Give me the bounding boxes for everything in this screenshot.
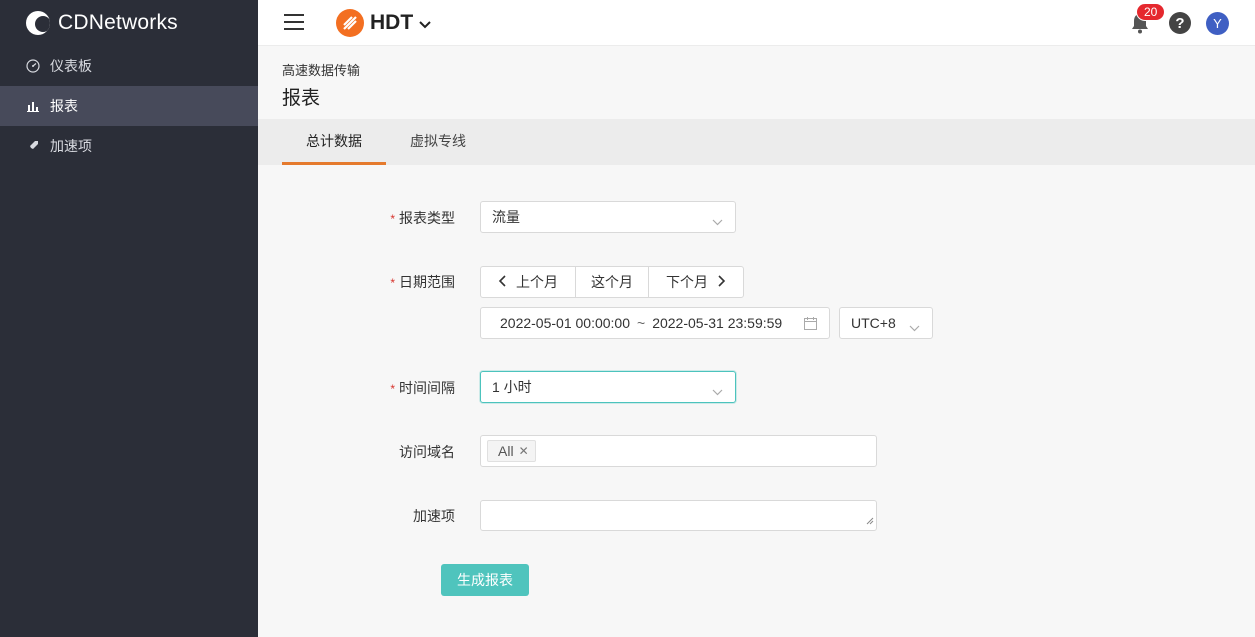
product-switcher[interactable]: HDT	[336, 9, 431, 37]
sidebar-item-label: 仪表板	[50, 58, 92, 74]
menu-icon[interactable]	[284, 14, 304, 32]
timezone-value: UTC+8	[851, 315, 896, 331]
date-range-label: * 日期范围	[390, 274, 455, 290]
chevron-left-icon	[498, 274, 506, 290]
page-title: 报表	[282, 88, 321, 109]
start-date: 2022-05-01 00:00:00	[500, 315, 630, 331]
chevron-down-icon	[909, 319, 920, 335]
breadcrumb[interactable]: 高速数据传输	[282, 60, 360, 79]
avatar[interactable]: Y	[1206, 11, 1229, 35]
calendar-icon	[804, 317, 817, 333]
domain-tag: All ✕	[487, 440, 536, 462]
this-month-button[interactable]: 这个月	[576, 267, 649, 297]
next-month-button[interactable]: 下个月	[649, 267, 743, 297]
generate-report-button[interactable]: 生成报表	[441, 564, 529, 596]
tab-virtual-line[interactable]: 虚拟专线	[396, 119, 480, 165]
interval-select[interactable]: 1 小时	[480, 371, 736, 403]
resize-handle-icon[interactable]	[866, 512, 874, 528]
interval-value: 1 小时	[492, 379, 532, 395]
report-type-label: * 报表类型	[390, 210, 455, 226]
close-icon[interactable]: ✕	[519, 444, 529, 458]
domain-multiselect[interactable]: All ✕	[480, 435, 877, 467]
top-header: HDT 20 ? Y	[258, 0, 1255, 46]
product-name: HDT	[370, 11, 414, 34]
sidebar-item-label: 报表	[50, 98, 78, 114]
tab-bar: 总计数据 虚拟专线	[258, 119, 1255, 165]
rocket-icon	[26, 139, 40, 153]
prev-month-button[interactable]: 上个月	[481, 267, 576, 297]
report-type-value: 流量	[492, 209, 520, 225]
domain-label: 访问域名	[399, 444, 455, 460]
notification-badge: 20	[1136, 3, 1166, 21]
sidebar-item-dashboard[interactable]: 仪表板	[0, 46, 258, 86]
dashboard-icon	[26, 59, 40, 73]
chevron-down-icon	[712, 383, 723, 399]
chevron-down-icon	[712, 213, 723, 229]
bar-chart-icon	[26, 99, 40, 113]
sidebar-item-reports[interactable]: 报表	[0, 86, 258, 126]
tab-total-data[interactable]: 总计数据	[282, 119, 386, 165]
accel-item-label: 加速项	[413, 508, 455, 524]
end-date: 2022-05-31 23:59:59	[652, 315, 783, 331]
sidebar-item-accel[interactable]: 加速项	[0, 126, 258, 166]
chevron-down-icon	[419, 16, 431, 32]
accel-item-textarea[interactable]	[480, 500, 877, 531]
interval-label: * 时间间隔	[390, 380, 455, 396]
chevron-right-icon	[718, 274, 726, 290]
bell-icon	[1130, 14, 1150, 38]
cdnetworks-logo-icon	[26, 11, 50, 35]
notifications-button[interactable]: 20	[1130, 3, 1166, 38]
brand-name: CDNetworks	[58, 11, 178, 34]
sidebar-item-label: 加速项	[50, 138, 92, 154]
help-icon[interactable]: ?	[1169, 12, 1191, 34]
date-range-picker[interactable]: 2022-05-01 00:00:00 ~ 2022-05-31 23:59:5…	[480, 307, 830, 339]
hdt-logo-icon	[336, 9, 364, 37]
timezone-select[interactable]: UTC+8	[839, 307, 933, 339]
report-type-select[interactable]: 流量	[480, 201, 736, 233]
month-button-group: 上个月 这个月 下个月	[480, 266, 744, 298]
range-separator: ~	[637, 315, 646, 331]
brand[interactable]: CDNetworks	[0, 0, 258, 46]
sidebar: CDNetworks 仪表板 报表 加速项	[0, 0, 258, 637]
